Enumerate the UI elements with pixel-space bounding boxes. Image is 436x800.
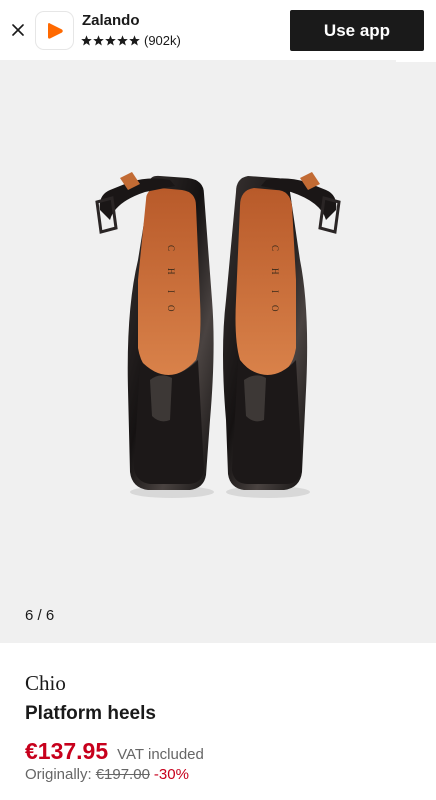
current-price: €137.95 (25, 738, 109, 764)
original-price: €197.00 (95, 766, 150, 783)
zalando-logo-icon (36, 12, 73, 49)
product-image-gallery[interactable]: C H I O C H I O 6 / 6 (0, 60, 436, 643)
app-name: Zalando (82, 12, 140, 29)
price-row: €137.95 VAT included (25, 738, 204, 765)
app-install-banner: Zalando (902k) Use app (0, 0, 436, 60)
star-icon (93, 35, 104, 46)
svg-text:H: H (166, 268, 176, 275)
product-image: C H I O C H I O (95, 172, 341, 498)
rating-count: (902k) (144, 33, 181, 48)
original-price-row: Originally: €197.00 -30% (25, 766, 189, 783)
svg-text:C: C (166, 245, 176, 251)
vat-note: VAT included (117, 746, 204, 763)
close-icon[interactable] (8, 20, 28, 40)
svg-text:I: I (270, 290, 280, 293)
svg-text:I: I (166, 290, 176, 293)
svg-text:C: C (270, 245, 280, 251)
brand-name[interactable]: Chio (25, 671, 66, 696)
left-shoe: C H I O (95, 172, 214, 498)
star-icon (117, 35, 128, 46)
svg-text:O: O (166, 305, 176, 312)
star-icon (129, 35, 140, 46)
use-app-button[interactable]: Use app (290, 10, 424, 51)
star-icon (105, 35, 116, 46)
right-shoe: C H I O (223, 172, 341, 498)
star-icon (81, 35, 92, 46)
product-title: Platform heels (25, 703, 156, 724)
gallery-progress-indicator (396, 60, 436, 62)
image-counter: 6 / 6 (25, 607, 55, 624)
discount-badge: -30% (153, 766, 189, 783)
svg-text:H: H (270, 268, 280, 275)
star-rating-icons (81, 35, 140, 46)
app-rating: (902k) (81, 33, 181, 48)
svg-text:O: O (270, 305, 280, 312)
original-label: Originally: (25, 766, 92, 783)
